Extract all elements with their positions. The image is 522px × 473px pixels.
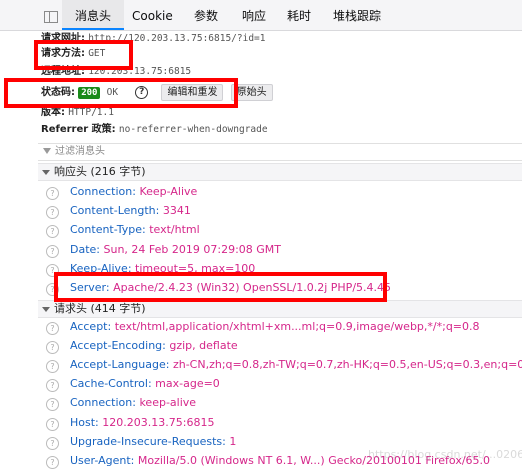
header-name: Accept-Language:: [70, 358, 170, 372]
header-name: Host:: [70, 415, 99, 429]
request-url-line: 请求网址: http://120.203.13.75:6815/?id=1: [41, 32, 266, 46]
request-method-line: 请求方法: GET: [41, 47, 105, 61]
remote-address-value: 120.203.13.75:6815: [88, 66, 192, 77]
header-row[interactable]: ? Keep-Alive: timeout=5, max=100: [46, 260, 255, 277]
header-value: 3341: [162, 204, 191, 218]
filter-headers-input[interactable]: 过滤消息头: [38, 143, 522, 161]
header-name: Keep-Alive:: [70, 261, 132, 275]
header-value: Keep-Alive: [139, 185, 198, 198]
header-value: text/html,application/xhtml+xm...ml;q=0.…: [114, 320, 480, 333]
sidebar-toggle-icon[interactable]: [44, 11, 58, 23]
header-value: 120.203.13.75:6815: [102, 415, 215, 429]
tab-response[interactable]: 响应: [242, 0, 266, 30]
status-text: OK: [106, 87, 119, 98]
request-method-value: GET: [88, 48, 106, 59]
response-headers-toggle[interactable]: 响应头 (216 字节): [38, 163, 522, 181]
help-icon[interactable]: ?: [46, 263, 59, 277]
header-name: Cache-Control:: [70, 377, 152, 391]
tab-bar: 消息头 Cookie 参数 响应 耗时 堆栈跟踪: [0, 0, 522, 31]
header-value: zh-CN,zh;q=0.8,zh-TW;q=0.7,zh-HK;q=0.5,e…: [172, 358, 522, 372]
header-value: max-age=0: [155, 377, 220, 391]
header-row[interactable]: ? Connection: keep-alive: [46, 394, 197, 412]
help-icon[interactable]: ?: [46, 379, 59, 393]
help-icon[interactable]: ?: [135, 85, 149, 99]
header-row[interactable]: ? Accept-Language: zh-CN,zh;q=0.8,zh-TW;q…: [46, 356, 522, 374]
header-value: timeout=5, max=100: [135, 261, 256, 275]
referrer-policy-label: Referrer 政策:: [41, 124, 116, 135]
header-name: Server:: [70, 281, 110, 294]
status-code-label: 状态码:: [41, 87, 75, 98]
header-row[interactable]: ? Server: Apache/2.4.23 (Win32) OpenSSL/1…: [46, 279, 391, 296]
help-icon[interactable]: ?: [46, 283, 59, 296]
help-icon[interactable]: ?: [46, 187, 59, 200]
header-row[interactable]: ? Connection: Keep-Alive: [46, 183, 197, 200]
help-icon[interactable]: ?: [46, 206, 59, 220]
header-row[interactable]: ? Content-Type: text/html: [46, 221, 200, 239]
version-line: 版本: HTTP/1.1: [41, 106, 114, 120]
filter-icon: [43, 148, 51, 154]
tab-cookie[interactable]: Cookie: [132, 0, 173, 30]
remote-address-line: 远程地址: 120.203.13.75:6815: [41, 65, 191, 79]
version-value: HTTP/1.1: [68, 107, 114, 118]
tab-headers[interactable]: 消息头: [62, 0, 124, 30]
request-url-label: 请求网址:: [41, 33, 85, 44]
edit-resend-button[interactable]: 编辑和重发: [161, 84, 224, 101]
watermark: https://blog.csdn.net/...0206: [368, 448, 522, 461]
header-row[interactable]: ? Accept: text/html,application/xhtml+xm.…: [46, 318, 480, 335]
help-icon[interactable]: ?: [46, 360, 59, 374]
help-icon[interactable]: ?: [46, 225, 59, 239]
header-name: User-Agent:: [70, 453, 135, 467]
header-row[interactable]: ? Cache-Control: max-age=0: [46, 375, 220, 393]
request-method-label: 请求方法:: [41, 48, 85, 59]
help-icon[interactable]: ?: [46, 244, 59, 258]
header-value: text/html: [149, 223, 200, 237]
header-name: Content-Type:: [70, 223, 146, 237]
raw-headers-button[interactable]: 原始头: [230, 84, 273, 101]
header-value: Sun, 24 Feb 2019 07:29:08 GMT: [103, 242, 282, 256]
header-name: Accept-Encoding:: [70, 339, 166, 353]
header-name: Connection:: [70, 185, 136, 198]
header-row[interactable]: ? Accept-Encoding: gzip, deflate: [46, 337, 238, 355]
help-icon[interactable]: ?: [46, 436, 59, 450]
referrer-policy-line: Referrer 政策: no-referrer-when-downgrade: [41, 123, 268, 137]
header-name: Date:: [70, 242, 100, 256]
help-icon[interactable]: ?: [46, 322, 59, 335]
response-headers-title: 响应头 (216 字节): [54, 165, 146, 178]
status-badge: 200: [78, 87, 101, 99]
header-name: Connection:: [70, 396, 136, 410]
header-name: Upgrade-Insecure-Requests:: [70, 434, 226, 448]
tab-params[interactable]: 参数: [194, 0, 218, 30]
tab-timings[interactable]: 耗时: [287, 0, 311, 30]
header-value: gzip, deflate: [169, 339, 238, 353]
header-value: Apache/2.4.23 (Win32) OpenSSL/1.0.2j PHP…: [113, 281, 392, 294]
header-row[interactable]: ? Upgrade-Insecure-Requests: 1: [46, 433, 236, 450]
header-row[interactable]: ? Host: 120.203.13.75:6815: [46, 414, 214, 431]
header-value: 1: [229, 434, 237, 448]
header-name: Accept:: [70, 320, 112, 333]
filter-placeholder: 过滤消息头: [55, 146, 105, 157]
remote-address-label: 远程地址:: [41, 66, 85, 77]
version-label: 版本:: [41, 107, 65, 118]
help-icon[interactable]: ?: [46, 455, 59, 469]
status-code-line: 状态码: 200 OK ? 编辑和重发 原始头: [41, 84, 273, 101]
request-headers-toggle[interactable]: 请求头 (414 字节): [38, 300, 522, 318]
tab-stack-trace[interactable]: 堆栈跟踪: [333, 0, 381, 30]
header-name: Content-Length:: [70, 204, 160, 218]
request-url-value: http://120.203.13.75:6815/?id=1: [88, 33, 266, 44]
referrer-policy-value: no-referrer-when-downgrade: [118, 124, 268, 135]
request-headers-title: 请求头 (414 字节): [54, 302, 146, 315]
chevron-down-icon: [42, 306, 50, 312]
chevron-down-icon: [42, 169, 50, 175]
header-value: keep-alive: [139, 396, 197, 410]
help-icon[interactable]: ?: [46, 417, 59, 431]
header-row[interactable]: ? Content-Length: 3341: [46, 202, 191, 220]
header-row[interactable]: ? Date: Sun, 24 Feb 2019 07:29:08 GMT: [46, 241, 281, 258]
help-icon[interactable]: ?: [46, 398, 59, 412]
help-icon[interactable]: ?: [46, 341, 59, 355]
